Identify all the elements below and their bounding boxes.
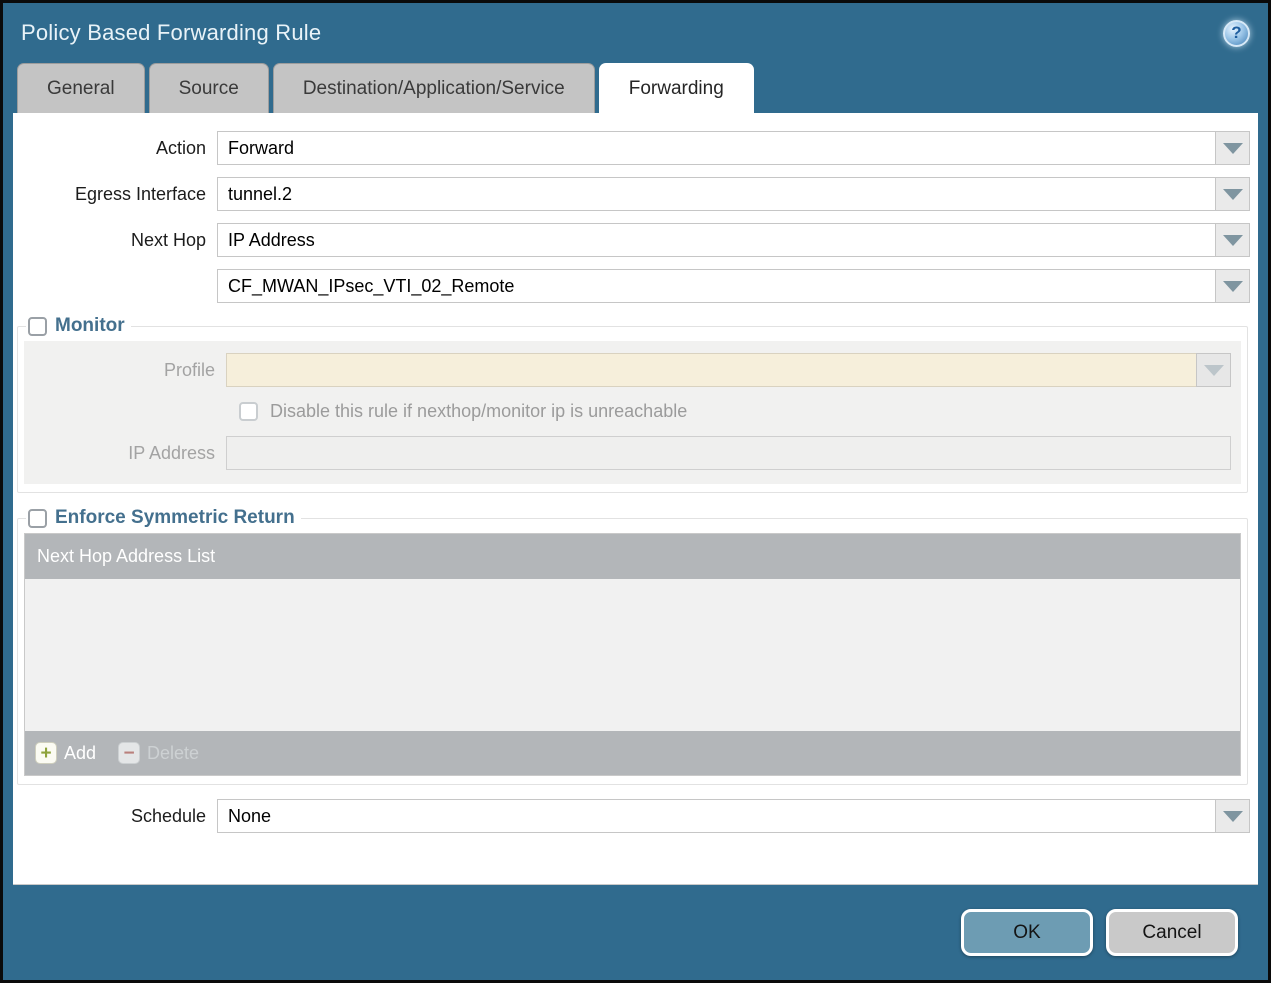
chevron-down-icon [1223,189,1243,200]
tab-destination-application-service[interactable]: Destination/Application/Service [273,63,595,113]
schedule-dropdown-button[interactable] [1215,799,1250,833]
next-hop-dropdown-button[interactable] [1215,223,1250,257]
profile-row: Profile [24,353,1231,387]
profile-value [226,353,1196,387]
cancel-button[interactable]: Cancel [1106,909,1238,956]
tab-forwarding[interactable]: Forwarding [599,63,754,113]
profile-label: Profile [24,360,226,381]
monitor-ip-address-label: IP Address [24,443,226,464]
disable-rule-row: Disable this rule if nexthop/monitor ip … [239,401,1231,422]
profile-select-disabled [226,353,1231,387]
next-hop-address-dropdown-button[interactable] [1215,269,1250,303]
tab-source[interactable]: Source [149,63,269,113]
chevron-down-icon [1204,365,1224,376]
next-hop-value[interactable]: IP Address [217,223,1215,257]
monitor-panel: Profile Disable this rule if nexthop/mon… [24,341,1241,484]
egress-interface-dropdown-button[interactable] [1215,177,1250,211]
dialog-title: Policy Based Forwarding Rule [21,20,1223,46]
next-hop-address-row: CF_MWAN_IPsec_VTI_02_Remote [15,269,1250,303]
monitor-ip-address-input [226,436,1231,470]
monitor-group: Monitor Profile Disable this rule if nex… [17,315,1248,493]
next-hop-address-list-table: Next Hop Address List + Add − Delete [24,533,1241,776]
enforce-symmetric-return-group: Enforce Symmetric Return Next Hop Addres… [17,507,1248,785]
schedule-label: Schedule [15,806,217,827]
egress-interface-row: Egress Interface tunnel.2 [15,177,1250,211]
ok-button[interactable]: OK [961,909,1093,956]
action-label: Action [15,138,217,159]
forwarding-tab-panel: Action Forward Egress Interface tunnel.2… [13,113,1258,885]
egress-interface-select[interactable]: tunnel.2 [217,177,1250,211]
chevron-down-icon [1223,811,1243,822]
add-button-label: Add [64,743,96,764]
monitor-ip-address-row: IP Address [24,436,1231,470]
schedule-select[interactable]: None [217,799,1250,833]
tab-general[interactable]: General [17,63,145,113]
enforce-symmetric-return-title: Enforce Symmetric Return [55,507,295,529]
delete-button-label: Delete [147,743,199,764]
next-hop-row: Next Hop IP Address [15,223,1250,257]
add-button[interactable]: + Add [35,742,96,764]
titlebar: Policy Based Forwarding Rule ? [3,3,1268,63]
disable-rule-checkbox [239,402,258,421]
next-hop-address-value[interactable]: CF_MWAN_IPsec_VTI_02_Remote [217,269,1215,303]
action-value[interactable]: Forward [217,131,1215,165]
chevron-down-icon [1223,143,1243,154]
help-icon[interactable]: ? [1223,20,1250,47]
minus-icon: − [118,742,140,764]
next-hop-label: Next Hop [15,230,217,251]
monitor-legend: Monitor [26,315,131,337]
disable-rule-label: Disable this rule if nexthop/monitor ip … [270,401,687,422]
action-row: Action Forward [15,131,1250,165]
next-hop-address-select[interactable]: CF_MWAN_IPsec_VTI_02_Remote [217,269,1250,303]
tab-bar: General Source Destination/Application/S… [3,63,1268,113]
action-select[interactable]: Forward [217,131,1250,165]
egress-interface-value[interactable]: tunnel.2 [217,177,1215,211]
schedule-value[interactable]: None [217,799,1215,833]
monitor-title: Monitor [55,315,125,337]
profile-dropdown-button [1196,353,1231,387]
monitor-ip-address-input-wrap [226,436,1231,470]
schedule-row: Schedule None [15,799,1250,833]
pbf-rule-dialog: Policy Based Forwarding Rule ? General S… [0,0,1271,983]
next-hop-address-list-body[interactable] [25,579,1240,731]
plus-icon: + [35,742,57,764]
action-dropdown-button[interactable] [1215,131,1250,165]
chevron-down-icon [1223,235,1243,246]
dialog-footer: OK Cancel [3,885,1268,980]
enforce-symmetric-return-legend: Enforce Symmetric Return [26,507,301,529]
egress-interface-label: Egress Interface [15,184,217,205]
monitor-checkbox[interactable] [28,317,47,336]
enforce-symmetric-return-checkbox[interactable] [28,509,47,528]
next-hop-address-list-header: Next Hop Address List [25,534,1240,579]
next-hop-address-list-toolbar: + Add − Delete [25,731,1240,775]
next-hop-select[interactable]: IP Address [217,223,1250,257]
chevron-down-icon [1223,281,1243,292]
delete-button[interactable]: − Delete [118,742,199,764]
